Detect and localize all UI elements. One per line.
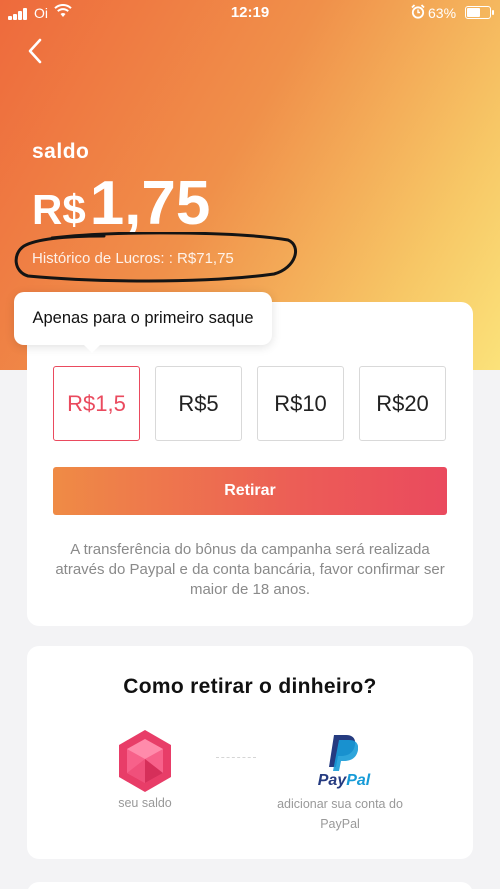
paypal-word-pal: Pal bbox=[346, 772, 371, 789]
battery-level bbox=[467, 8, 480, 17]
battery-percent: 63% bbox=[428, 5, 457, 21]
amount-options: R$1,5 R$5 R$10 R$20 bbox=[53, 366, 447, 441]
how-to-withdraw-title: Como retirar o dinheiro? bbox=[123, 675, 377, 698]
amount-option-1[interactable]: R$1,5 bbox=[53, 366, 140, 441]
tooltip-arrow bbox=[82, 343, 102, 353]
step-connector bbox=[216, 757, 256, 758]
paypal-wordmark: PayPal bbox=[304, 772, 384, 790]
withdraw-button[interactable]: Retirar bbox=[53, 467, 447, 515]
balance-amount: 1,75 bbox=[89, 169, 211, 238]
chevron-left-icon[interactable] bbox=[24, 36, 48, 66]
paypal-word-pay: Pay bbox=[317, 772, 347, 789]
status-bar: Oi 12:19 63% bbox=[0, 0, 500, 26]
balance-label: saldo bbox=[32, 140, 90, 163]
transfer-notice: A transferência do bônus da campanha ser… bbox=[55, 541, 445, 598]
battery-icon bbox=[465, 6, 494, 19]
add-paypal-label: adicionar sua conta do PayPal bbox=[277, 797, 403, 831]
how-to-withdraw-card: Como retirar o dinheiro? seu saldo PayPa… bbox=[27, 646, 473, 859]
alarm-icon bbox=[411, 4, 425, 19]
amount-option-4[interactable]: R$20 bbox=[359, 366, 446, 441]
next-card-edge bbox=[27, 882, 473, 889]
amount-option-2[interactable]: R$5 bbox=[155, 366, 242, 441]
paypal-icon bbox=[329, 735, 358, 771]
status-time: 12:19 bbox=[230, 4, 270, 21]
gem-icon bbox=[119, 730, 171, 792]
balance-value: R$1,75 bbox=[32, 168, 210, 239]
hand-drawn-circle bbox=[14, 232, 298, 283]
your-balance-label: seu saldo bbox=[118, 796, 172, 810]
amount-option-3[interactable]: R$10 bbox=[257, 366, 344, 441]
first-withdrawal-tooltip: Apenas para o primeiro saque bbox=[14, 292, 272, 345]
balance-currency: R$ bbox=[32, 186, 86, 233]
